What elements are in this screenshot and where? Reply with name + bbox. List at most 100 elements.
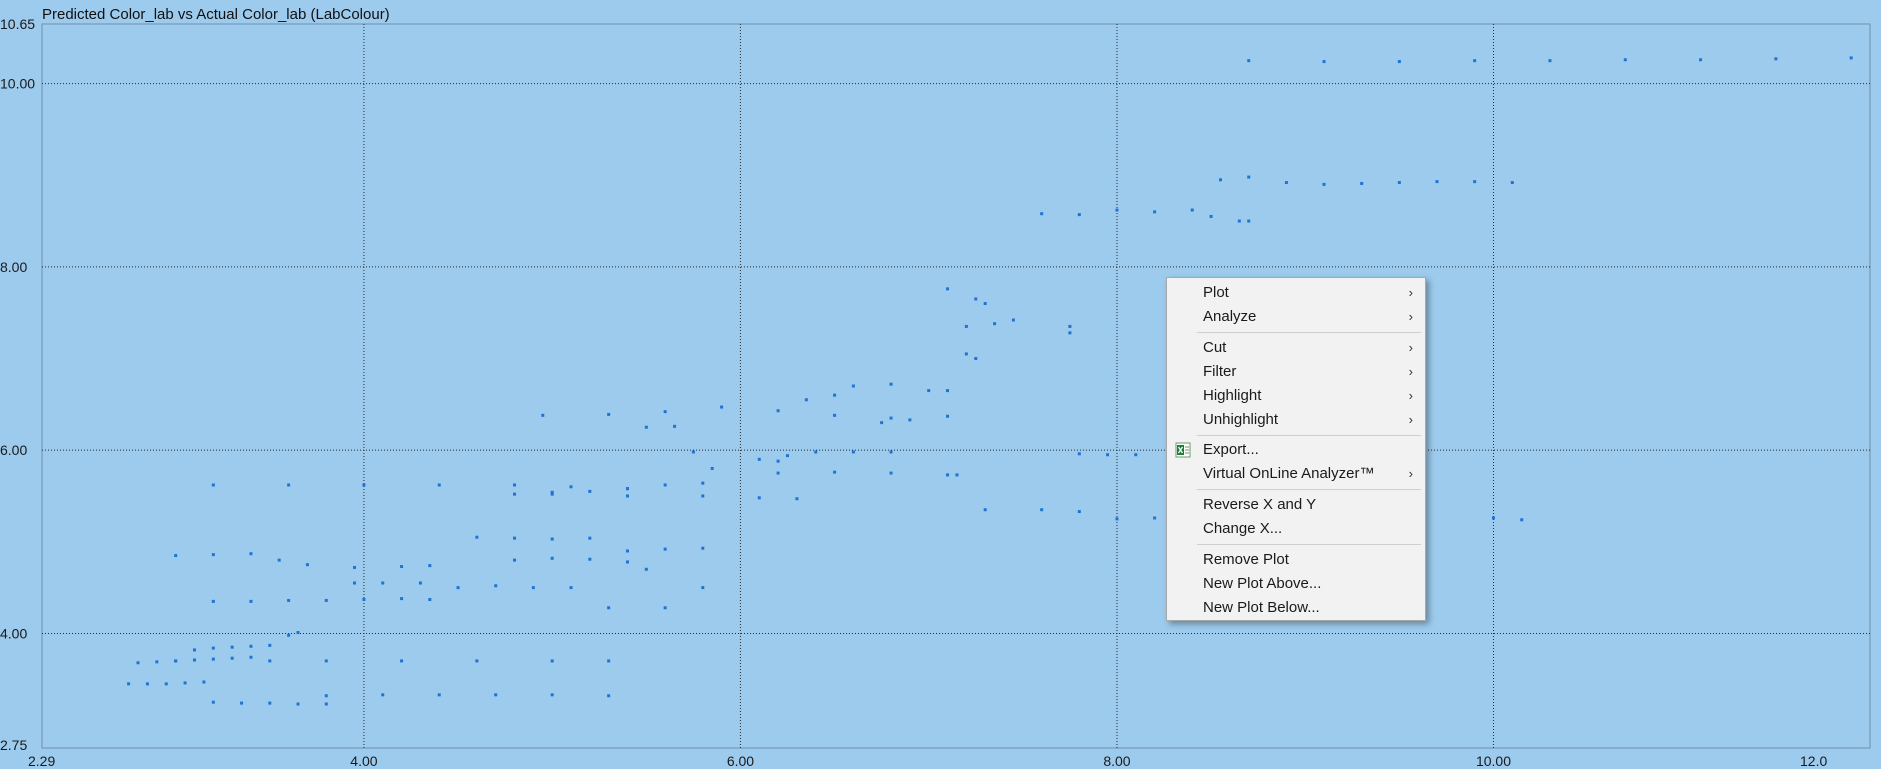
data-point bbox=[701, 546, 705, 550]
menu-item-unhighlight[interactable]: Unhighlight › bbox=[1167, 408, 1425, 432]
menu-item-remove-plot[interactable]: Remove Plot bbox=[1167, 548, 1425, 572]
data-point bbox=[776, 459, 780, 463]
data-point bbox=[701, 494, 705, 498]
scatter-chart[interactable]: 2.29 4.00 6.00 8.00 10.00 12.0 2.75 4.00 6.00 8.… bbox=[0, 0, 1881, 769]
menu-item-label: New Plot Above... bbox=[1203, 575, 1322, 592]
menu-item-cut[interactable]: Cut › bbox=[1167, 336, 1425, 360]
data-point bbox=[550, 492, 554, 496]
data-point bbox=[588, 489, 592, 493]
data-point bbox=[1040, 508, 1044, 512]
data-point bbox=[1209, 214, 1213, 218]
data-point bbox=[644, 567, 648, 571]
data-point bbox=[644, 425, 648, 429]
data-point bbox=[362, 483, 366, 487]
data-point bbox=[475, 659, 479, 663]
chevron-right-icon: › bbox=[1408, 309, 1413, 324]
data-point bbox=[1247, 175, 1251, 179]
data-point bbox=[814, 450, 818, 454]
x-tick-label: 2.29 bbox=[28, 753, 55, 769]
data-point bbox=[164, 682, 168, 686]
menu-item-highlight[interactable]: Highlight › bbox=[1167, 384, 1425, 408]
data-point bbox=[268, 643, 272, 647]
data-point bbox=[305, 563, 309, 567]
data-point bbox=[296, 631, 300, 635]
menu-item-new-plot-below[interactable]: New Plot Below... bbox=[1167, 596, 1425, 620]
data-point bbox=[550, 693, 554, 697]
data-point bbox=[946, 414, 950, 418]
data-point bbox=[287, 633, 291, 637]
menu-item-new-plot-above[interactable]: New Plot Above... bbox=[1167, 572, 1425, 596]
data-point bbox=[513, 558, 517, 562]
data-point bbox=[701, 586, 705, 590]
data-point bbox=[155, 660, 159, 664]
data-point bbox=[324, 702, 328, 706]
menu-item-change-x[interactable]: Change X... bbox=[1167, 517, 1425, 541]
data-point bbox=[541, 413, 545, 417]
data-point bbox=[1068, 331, 1072, 335]
data-point bbox=[494, 693, 498, 697]
data-point bbox=[795, 497, 799, 501]
data-point bbox=[513, 492, 517, 496]
data-point bbox=[1247, 219, 1251, 223]
menu-item-reverse-x-and-y[interactable]: Reverse X and Y bbox=[1167, 493, 1425, 517]
menu-item-plot[interactable]: Plot › bbox=[1167, 281, 1425, 305]
data-point bbox=[1115, 208, 1119, 212]
chevron-right-icon: › bbox=[1408, 340, 1413, 355]
x-tick-label: 8.00 bbox=[1103, 753, 1130, 769]
y-tick-label: 10.00 bbox=[0, 76, 35, 92]
data-point bbox=[324, 598, 328, 602]
plot-area[interactable]: 2.29 4.00 6.00 8.00 10.00 12.0 2.75 4.00 6.00 8.… bbox=[0, 0, 1881, 769]
data-point bbox=[607, 606, 611, 610]
data-point bbox=[851, 384, 855, 388]
menu-item-label: Remove Plot bbox=[1203, 551, 1289, 568]
data-point bbox=[211, 700, 215, 704]
plot-border bbox=[41, 23, 1871, 749]
data-point bbox=[211, 657, 215, 661]
data-point bbox=[1491, 516, 1495, 520]
data-point bbox=[1068, 324, 1072, 328]
data-point bbox=[1397, 181, 1401, 185]
data-point bbox=[1623, 58, 1627, 62]
data-point bbox=[983, 508, 987, 512]
menu-item-export[interactable]: Export... bbox=[1167, 438, 1425, 462]
data-point bbox=[607, 659, 611, 663]
chevron-right-icon: › bbox=[1408, 412, 1413, 427]
data-point bbox=[889, 416, 893, 420]
chevron-right-icon: › bbox=[1408, 285, 1413, 300]
data-point bbox=[249, 599, 253, 603]
data-point bbox=[880, 421, 884, 425]
data-point bbox=[964, 324, 968, 328]
data-point bbox=[211, 646, 215, 650]
menu-item-filter[interactable]: Filter › bbox=[1167, 360, 1425, 384]
menu-item-label: Filter bbox=[1203, 363, 1237, 380]
data-point bbox=[1520, 518, 1524, 522]
data-point bbox=[1473, 180, 1477, 184]
context-menu[interactable]: Plot › Analyze › Cut › Filter › Highligh… bbox=[1166, 277, 1426, 621]
menu-item-virtual-online-analyzer[interactable]: Virtual OnLine Analyzer™ › bbox=[1167, 462, 1425, 486]
data-point bbox=[324, 694, 328, 698]
chart-title: Predicted Color_lab vs Actual Color_lab … bbox=[42, 6, 390, 23]
data-point bbox=[776, 471, 780, 475]
data-point bbox=[1077, 213, 1081, 217]
data-point bbox=[1548, 59, 1552, 63]
data-point bbox=[625, 494, 629, 498]
data-point bbox=[1153, 516, 1157, 520]
data-point bbox=[550, 556, 554, 560]
x-axis-ticks: 2.29 4.00 6.00 8.00 10.00 12.0 bbox=[28, 753, 1827, 769]
menu-separator bbox=[1197, 332, 1421, 333]
data-point bbox=[1435, 180, 1439, 184]
data-point bbox=[494, 584, 498, 588]
data-point bbox=[851, 450, 855, 454]
x-tick-label: 10.00 bbox=[1476, 753, 1511, 769]
data-point bbox=[211, 483, 215, 487]
data-point bbox=[607, 412, 611, 416]
data-point bbox=[400, 565, 404, 569]
data-point bbox=[531, 586, 535, 590]
chevron-right-icon: › bbox=[1408, 364, 1413, 379]
data-point bbox=[710, 466, 714, 470]
menu-item-analyze[interactable]: Analyze › bbox=[1167, 305, 1425, 329]
data-point bbox=[946, 287, 950, 291]
y-tick-label: 6.00 bbox=[0, 442, 27, 458]
x-tick-label: 4.00 bbox=[350, 753, 377, 769]
menu-item-label: Change X... bbox=[1203, 520, 1283, 537]
